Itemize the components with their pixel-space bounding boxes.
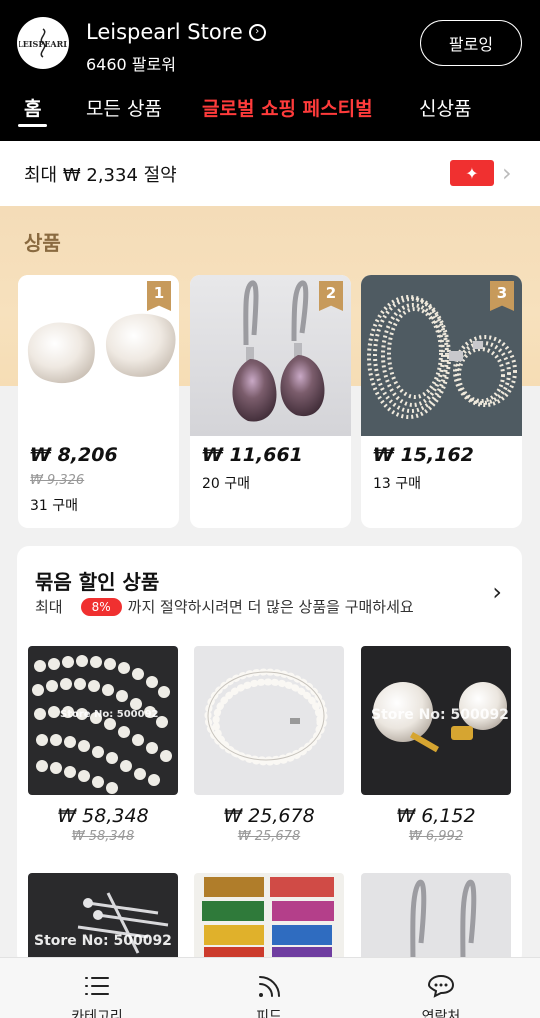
svg-text:LEISPEARL: LEISPEARL [19,39,67,49]
bundle-product-card[interactable] [361,873,511,966]
product-sold-count: 13 구매 [373,476,422,492]
bundle-product-card[interactable]: ₩ 25,678 ₩ 25,678 [194,646,344,844]
tab-global-shopping-festival[interactable]: 글로벌 쇼핑 페스티벌 [202,94,373,121]
follower-count: 6460 팔로워 [86,55,176,74]
bundle-product-price: ₩ 25,678 [223,805,315,827]
product-sold-count: 31 구매 [30,498,79,514]
bundle-product-card[interactable]: Store No: 500092 ₩ 58,348 ₩ 58,348 [28,646,178,844]
product-card[interactable]: 2 ₩ 11,661 20 구매 [190,275,351,528]
product-original-price: ₩ 9,326 [30,473,85,488]
bundle-product-card[interactable]: Store No: 500092 ₩ 6,152 ₩ 6,992 [361,646,511,844]
store-watermark: Store No: 500092 [60,709,159,720]
store-tabs: 홈 모든 상품 글로벌 쇼핑 페스티벌 신상품 [0,94,540,134]
tab-all-products[interactable]: 모든 상품 [86,94,162,121]
bundle-product-original-price: ₩ 6,992 [408,829,464,844]
bundle-product-price: ₩ 58,348 [57,805,149,827]
bundle-product-original-price: ₩ 58,348 [71,829,135,844]
nav-contact[interactable]: 연락처 [386,974,496,1018]
coupon-ticket-icon: ✦ [450,160,494,186]
products-section-title: 상품 [24,231,61,255]
follow-button[interactable]: 팔로잉 [420,20,522,66]
nav-categories[interactable]: 카테고리 [42,974,152,1018]
store-name[interactable]: Leispearl Store › [86,20,266,44]
tab-home[interactable]: 홈 [17,94,49,127]
nav-feed[interactable]: 피드 [214,974,324,1018]
bundle-sub-prefix: 최대 [35,598,63,616]
bundle-sub-suffix: 까지 절약하시려면 더 많은 상품을 구매하세요 [127,598,414,616]
bundle-title: 묶음 할인 상품 [35,570,160,594]
list-icon [85,977,109,995]
product-price: ₩ 8,206 [30,444,118,466]
tab-new-products[interactable]: 신상품 [419,94,471,121]
bundle-product-price: ₩ 6,152 [396,805,476,827]
bundle-product-card[interactable] [194,873,344,966]
feed-icon [259,976,280,997]
coupon-text: 최대 ₩ 2,334 절약 [24,165,177,186]
product-image-earring-pins: Store No: 500092 [28,873,178,966]
bottom-navigation: 카테고리 피드 연락처 [0,957,540,1018]
coupon-bar[interactable]: 최대 ₩ 2,334 절약 ✦ › [0,141,540,206]
bundle-product-card[interactable]: Store No: 500092 [28,873,178,966]
store-watermark: Store No: 500092 [34,933,172,949]
nav-label: 피드 [256,1009,282,1018]
bundle-product-original-price: ₩ 25,678 [237,829,301,844]
discount-percent-badge: 8% [80,597,122,616]
nav-label: 카테고리 [71,1009,123,1018]
store-name-text: Leispearl Store [86,20,243,44]
chat-icon [427,974,455,998]
product-sold-count: 20 구매 [202,476,251,492]
store-logo[interactable]: LEISPEARL [17,17,69,69]
product-image-pearl-necklace [194,646,344,795]
chevron-right-icon[interactable]: › [492,578,502,606]
product-price: ₩ 15,162 [373,444,474,466]
chevron-right-icon: › [502,159,512,187]
store-header: LEISPEARL Leispearl Store › 6460 팔로워 팔로잉… [0,0,540,141]
product-image-pearl-strand: Store No: 500092 [28,646,178,795]
product-card[interactable]: 1 ₩ 8,206 ₩ 9,326 31 구매 [18,275,179,528]
product-image-pearl-studs: Store No: 500092 [361,646,511,795]
product-card[interactable]: 3 ₩ 15,162 13 구매 [361,275,522,528]
store-watermark: Store No: 500092 [371,707,509,723]
product-price: ₩ 11,661 [202,444,303,466]
chevron-right-icon: › [248,23,266,41]
store-logo-mark: LEISPEARL [19,20,67,66]
bundle-discount-section: 묶음 할인 상품 최대 8% 까지 절약하시려면 더 많은 상품을 구매하세요 … [17,546,522,966]
product-image-hook-earrings [361,873,511,966]
bundle-subtitle: 최대 8% 까지 절약하시려면 더 많은 상품을 구매하세요 [35,596,414,617]
nav-label: 연락처 [421,1009,461,1018]
product-image-silk-pouches [194,873,344,966]
